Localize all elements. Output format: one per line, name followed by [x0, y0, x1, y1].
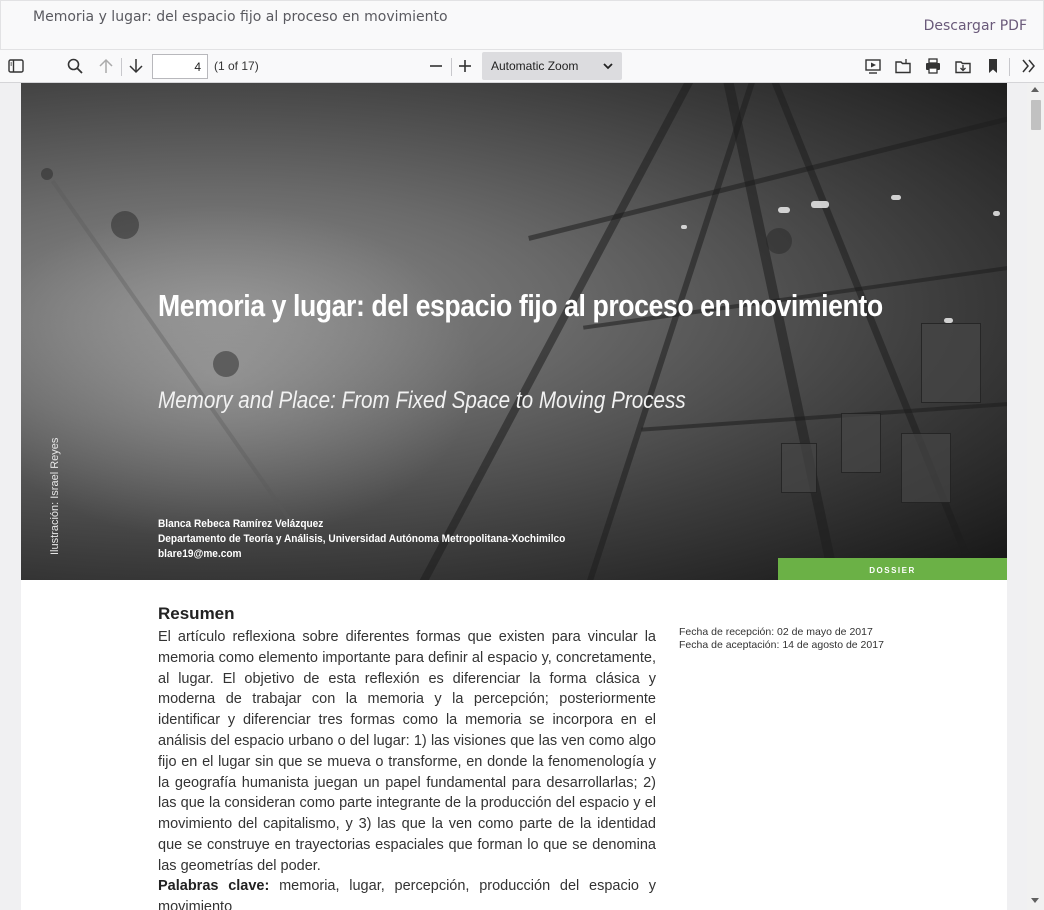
scroll-up-arrow-icon[interactable] [1031, 87, 1039, 92]
toolbar-separator [121, 58, 122, 76]
sidebar-toggle-icon[interactable] [4, 54, 28, 78]
scroll-thumb[interactable] [1031, 100, 1041, 130]
print-icon[interactable] [921, 54, 945, 78]
toolbar-separator [451, 58, 452, 76]
cover-photo: Memoria y lugar: del espacio fijo al pro… [21, 83, 1007, 580]
scroll-down-arrow-icon[interactable] [1031, 898, 1039, 903]
toolbar-separator [1009, 58, 1010, 76]
presentation-icon[interactable] [861, 54, 885, 78]
document-title: Memoria y lugar: del espacio fijo al pro… [33, 9, 448, 25]
arrow-down-icon[interactable] [124, 54, 148, 78]
article-subtitle: Memory and Place: From Fixed Space to Mo… [158, 387, 686, 414]
received-date: Fecha de recepción: 02 de mayo de 2017 [679, 626, 873, 638]
pdf-toolbar: (1 of 17) Automatic Zoom [0, 50, 1044, 83]
accepted-date: Fecha de aceptación: 14 de agosto de 201… [679, 639, 884, 651]
chevron-down-icon [603, 63, 613, 70]
zoom-in-icon[interactable] [453, 54, 477, 78]
arrow-up-icon[interactable] [94, 54, 118, 78]
abstract-heading: Resumen [158, 604, 235, 623]
double-chevron-right-icon[interactable] [1016, 54, 1040, 78]
document-header: Memoria y lugar: del espacio fijo al pro… [0, 0, 1044, 50]
vertical-scrollbar[interactable] [1027, 83, 1044, 910]
illustration-credit: Ilustración: Israel Reyes [49, 437, 61, 555]
zoom-select-value: Automatic Zoom [491, 59, 579, 73]
author-name: Blanca Rebeca Ramírez Velázquez [158, 518, 324, 530]
bookmark-icon[interactable] [981, 54, 1005, 78]
author-department: Departamento de Teoría y Análisis, Unive… [158, 533, 566, 545]
zoom-select[interactable]: Automatic Zoom [482, 52, 622, 80]
article-dates: Fecha de recepción: 02 de mayo de 2017 F… [679, 626, 884, 652]
section-tag: DOSSIER [778, 558, 1007, 580]
pdf-page: Memoria y lugar: del espacio fijo al pro… [21, 83, 1007, 910]
zoom-out-icon[interactable] [424, 54, 448, 78]
author-block: Blanca Rebeca Ramírez Velázquez Departam… [158, 517, 565, 562]
pdf-viewer[interactable]: Memoria y lugar: del espacio fijo al pro… [0, 83, 1044, 910]
download-icon[interactable] [951, 54, 975, 78]
keywords-label: Palabras clave: [158, 878, 270, 894]
abstract-text: El artículo reflexiona sobre diferentes … [158, 629, 656, 874]
article-title: Memoria y lugar: del espacio fijo al pro… [158, 288, 883, 323]
page-count: (1 of 17) [214, 59, 259, 73]
download-pdf-link[interactable]: Descargar PDF [924, 18, 1027, 34]
author-email: blare19@me.com [158, 548, 242, 560]
search-icon[interactable] [63, 54, 87, 78]
open-file-icon[interactable] [891, 54, 915, 78]
keywords: Palabras clave: memoria, lugar, percepci… [158, 876, 656, 910]
page-number-input[interactable] [152, 54, 208, 79]
